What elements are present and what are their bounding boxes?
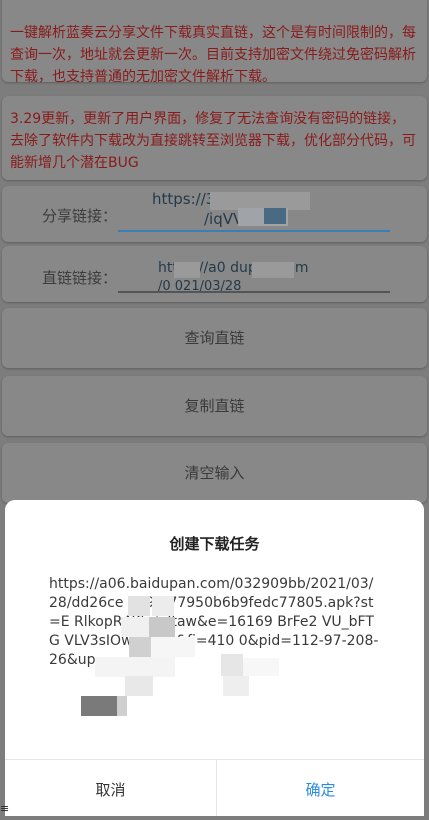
redaction-mosaic [129,637,151,657]
redaction-mosaic [149,617,175,637]
share-link-card: 分享链接： https://3m s.com /iqVV [2,186,427,242]
edge-artifact: ≡ [0,802,10,815]
copy-direct-link-button[interactable]: 复制直链 [2,376,427,436]
redaction-mosaic [128,596,150,616]
redaction-mosaic [117,696,127,716]
redaction-mosaic [152,596,174,616]
notice-card-update: 3.29更新，更新了用户界面，修复了无法查询没有密码的链接，去除了软件内下载改为… [2,96,427,180]
query-direct-link-button[interactable]: 查询直链 [2,308,427,368]
redaction-mosaic [243,658,279,676]
clear-input-button[interactable]: 清空输入 [2,443,427,503]
redaction-mosaic [151,637,195,657]
direct-link-label: 直链链接： [42,269,118,287]
direct-link-underline [118,291,390,293]
share-link-label: 分享链接： [42,207,118,225]
redaction-mosaic [125,676,153,696]
redaction-mosaic [221,654,243,676]
confirm-button[interactable]: 确定 [217,760,424,816]
notice-text-intro: 一键解析蓝奏云分享文件下载真实直链，这个是有时间限制的，每查询一次，地址就会更新… [10,25,416,85]
notice-text-update: 3.29更新，更新了用户界面，修复了无法查询没有密码的链接，去除了软件内下载改为… [10,111,416,171]
redaction-mosaic [81,696,117,716]
redaction-mosaic [264,208,286,224]
dialog-title: 创建下载任务 [169,535,260,553]
direct-link-card: 直链链接： https://a0 dupan.com /0 021/03/28 [2,246,427,302]
download-url-text: https://a06.baidupan.com/032909bb/2021/0… [49,576,379,668]
redaction-mosaic [223,676,249,696]
share-link-underline [118,230,390,232]
create-download-dialog: 创建下载任务 https://a06.baidupan.com/032909bb… [5,500,424,816]
notice-card-intro: 一键解析蓝奏云分享文件下载真实直链，这个是有时间限制的，每查询一次，地址就会更新… [2,0,427,85]
cancel-button[interactable]: 取消 [5,760,216,816]
redaction-mosaic [95,657,175,677]
redaction-mosaic [174,262,200,278]
redaction-mosaic [121,617,149,637]
redaction-mosaic [252,262,294,278]
